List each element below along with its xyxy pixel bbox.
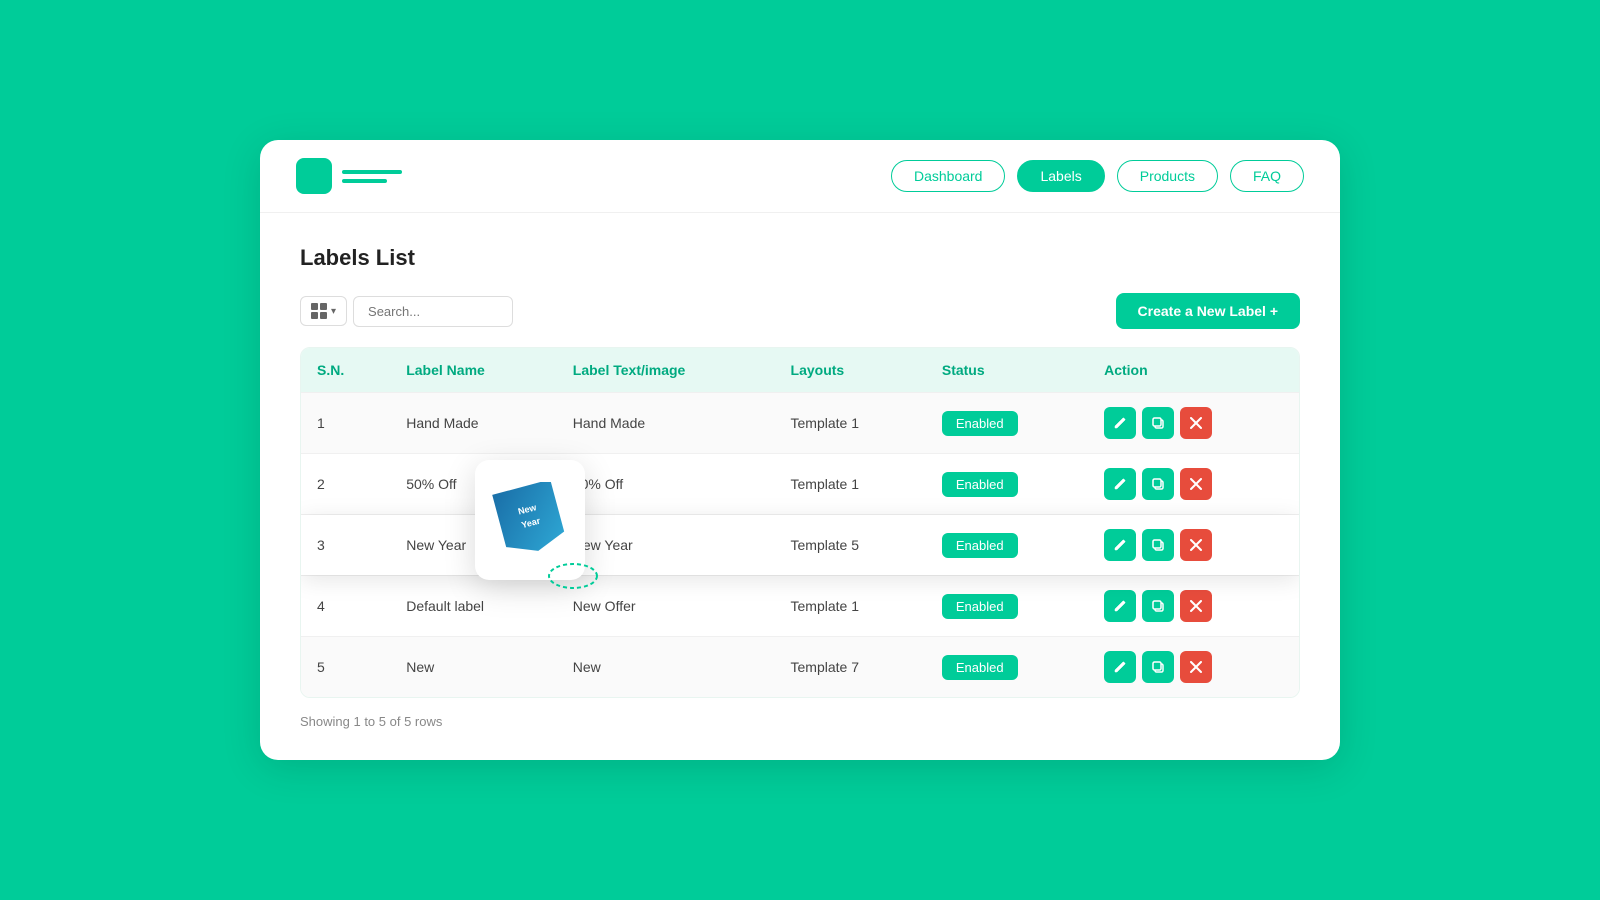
table-row: 5 New New Template 7 Enabled bbox=[301, 637, 1299, 698]
cell-status: Enabled bbox=[926, 454, 1088, 515]
create-label-button[interactable]: Create a New Label + bbox=[1116, 293, 1300, 329]
cell-label-name: New bbox=[390, 637, 557, 698]
col-label-text: Label Text/image bbox=[557, 348, 775, 393]
cell-label-text: Hand Made bbox=[557, 393, 775, 454]
logo-lines bbox=[342, 170, 402, 183]
cell-status: Enabled bbox=[926, 515, 1088, 576]
cell-action bbox=[1088, 393, 1299, 454]
toolbar-left: ▾ bbox=[300, 296, 513, 327]
nav-labels[interactable]: Labels bbox=[1017, 160, 1104, 192]
action-btns bbox=[1104, 590, 1283, 622]
cell-sn: 2 bbox=[301, 454, 390, 515]
cell-layout: Template 1 bbox=[775, 454, 926, 515]
cell-label-text: 50% Off bbox=[557, 454, 775, 515]
cell-action bbox=[1088, 576, 1299, 637]
status-badge: Enabled bbox=[942, 655, 1018, 680]
cell-sn: 4 bbox=[301, 576, 390, 637]
edit-button[interactable] bbox=[1104, 407, 1136, 439]
nav-dashboard[interactable]: Dashboard bbox=[891, 160, 1006, 192]
copy-button[interactable] bbox=[1142, 407, 1174, 439]
cell-sn: 1 bbox=[301, 393, 390, 454]
col-sn: S.N. bbox=[301, 348, 390, 393]
cell-label-text: New bbox=[557, 637, 775, 698]
action-btns bbox=[1104, 407, 1283, 439]
search-input[interactable] bbox=[353, 296, 513, 327]
table-wrapper: S.N. Label Name Label Text/image Layouts… bbox=[300, 347, 1300, 698]
table-row: 2 50% Off 50% Off Template 1 Enabled bbox=[301, 454, 1299, 515]
cell-action bbox=[1088, 454, 1299, 515]
cell-label-name: Default label bbox=[390, 576, 557, 637]
cell-action bbox=[1088, 637, 1299, 698]
labels-table: S.N. Label Name Label Text/image Layouts… bbox=[301, 348, 1299, 697]
cell-sn: 3 bbox=[301, 515, 390, 576]
table-row: 4 Default label New Offer Template 1 Ena… bbox=[301, 576, 1299, 637]
copy-button[interactable] bbox=[1142, 590, 1174, 622]
table-header-row: S.N. Label Name Label Text/image Layouts… bbox=[301, 348, 1299, 393]
cell-status: Enabled bbox=[926, 576, 1088, 637]
ribbon-shape: New Year bbox=[492, 482, 568, 558]
navbar: Dashboard Labels Products FAQ bbox=[260, 140, 1340, 213]
nav-links: Dashboard Labels Products FAQ bbox=[891, 160, 1304, 192]
status-badge: Enabled bbox=[942, 533, 1018, 558]
edit-button[interactable] bbox=[1104, 590, 1136, 622]
col-action: Action bbox=[1088, 348, 1299, 393]
action-btns bbox=[1104, 651, 1283, 683]
edit-button[interactable] bbox=[1104, 651, 1136, 683]
status-badge: Enabled bbox=[942, 594, 1018, 619]
table-footer: Showing 1 to 5 of 5 rows bbox=[300, 714, 1300, 729]
nav-products[interactable]: Products bbox=[1117, 160, 1218, 192]
ribbon-svg: New Year bbox=[492, 482, 568, 558]
grid-view-button[interactable]: ▾ bbox=[300, 296, 347, 326]
logo-line-2 bbox=[342, 179, 387, 183]
cell-layout: Template 1 bbox=[775, 393, 926, 454]
page-title: Labels List bbox=[300, 245, 1300, 271]
grid-icon bbox=[311, 303, 327, 319]
chevron-down-icon: ▾ bbox=[331, 306, 336, 317]
cell-layout: Template 5 bbox=[775, 515, 926, 576]
copy-button[interactable] bbox=[1142, 468, 1174, 500]
status-badge: Enabled bbox=[942, 411, 1018, 436]
cell-status: Enabled bbox=[926, 637, 1088, 698]
main-card: Dashboard Labels Products FAQ Labels Lis… bbox=[260, 140, 1340, 760]
logo-area bbox=[296, 158, 891, 194]
cell-layout: Template 7 bbox=[775, 637, 926, 698]
content-area: Labels List ▾ Create a New Label + S.N. bbox=[260, 213, 1340, 759]
logo-line-1 bbox=[342, 170, 402, 174]
cell-label-name: Hand Made bbox=[390, 393, 557, 454]
action-btns bbox=[1104, 529, 1283, 561]
cell-layout: Template 1 bbox=[775, 576, 926, 637]
delete-button[interactable] bbox=[1180, 407, 1212, 439]
col-layouts: Layouts bbox=[775, 348, 926, 393]
delete-button[interactable] bbox=[1180, 590, 1212, 622]
copy-button[interactable] bbox=[1142, 529, 1174, 561]
dashed-circle-svg bbox=[547, 562, 599, 590]
toolbar: ▾ Create a New Label + bbox=[300, 293, 1300, 329]
cell-status: Enabled bbox=[926, 393, 1088, 454]
status-badge: Enabled bbox=[942, 472, 1018, 497]
edit-button[interactable] bbox=[1104, 468, 1136, 500]
action-btns bbox=[1104, 468, 1283, 500]
copy-button[interactable] bbox=[1142, 651, 1174, 683]
table-row: 1 Hand Made Hand Made Template 1 Enabled bbox=[301, 393, 1299, 454]
cell-action bbox=[1088, 515, 1299, 576]
col-status: Status bbox=[926, 348, 1088, 393]
edit-button[interactable] bbox=[1104, 529, 1136, 561]
cell-sn: 5 bbox=[301, 637, 390, 698]
logo-box bbox=[296, 158, 332, 194]
delete-button[interactable] bbox=[1180, 651, 1212, 683]
label-preview-popup: New Year bbox=[475, 460, 585, 580]
nav-faq[interactable]: FAQ bbox=[1230, 160, 1304, 192]
delete-button[interactable] bbox=[1180, 529, 1212, 561]
delete-button[interactable] bbox=[1180, 468, 1212, 500]
col-label-name: Label Name bbox=[390, 348, 557, 393]
table-row: 3 New Year New Year Template 5 Enabled bbox=[301, 515, 1299, 576]
